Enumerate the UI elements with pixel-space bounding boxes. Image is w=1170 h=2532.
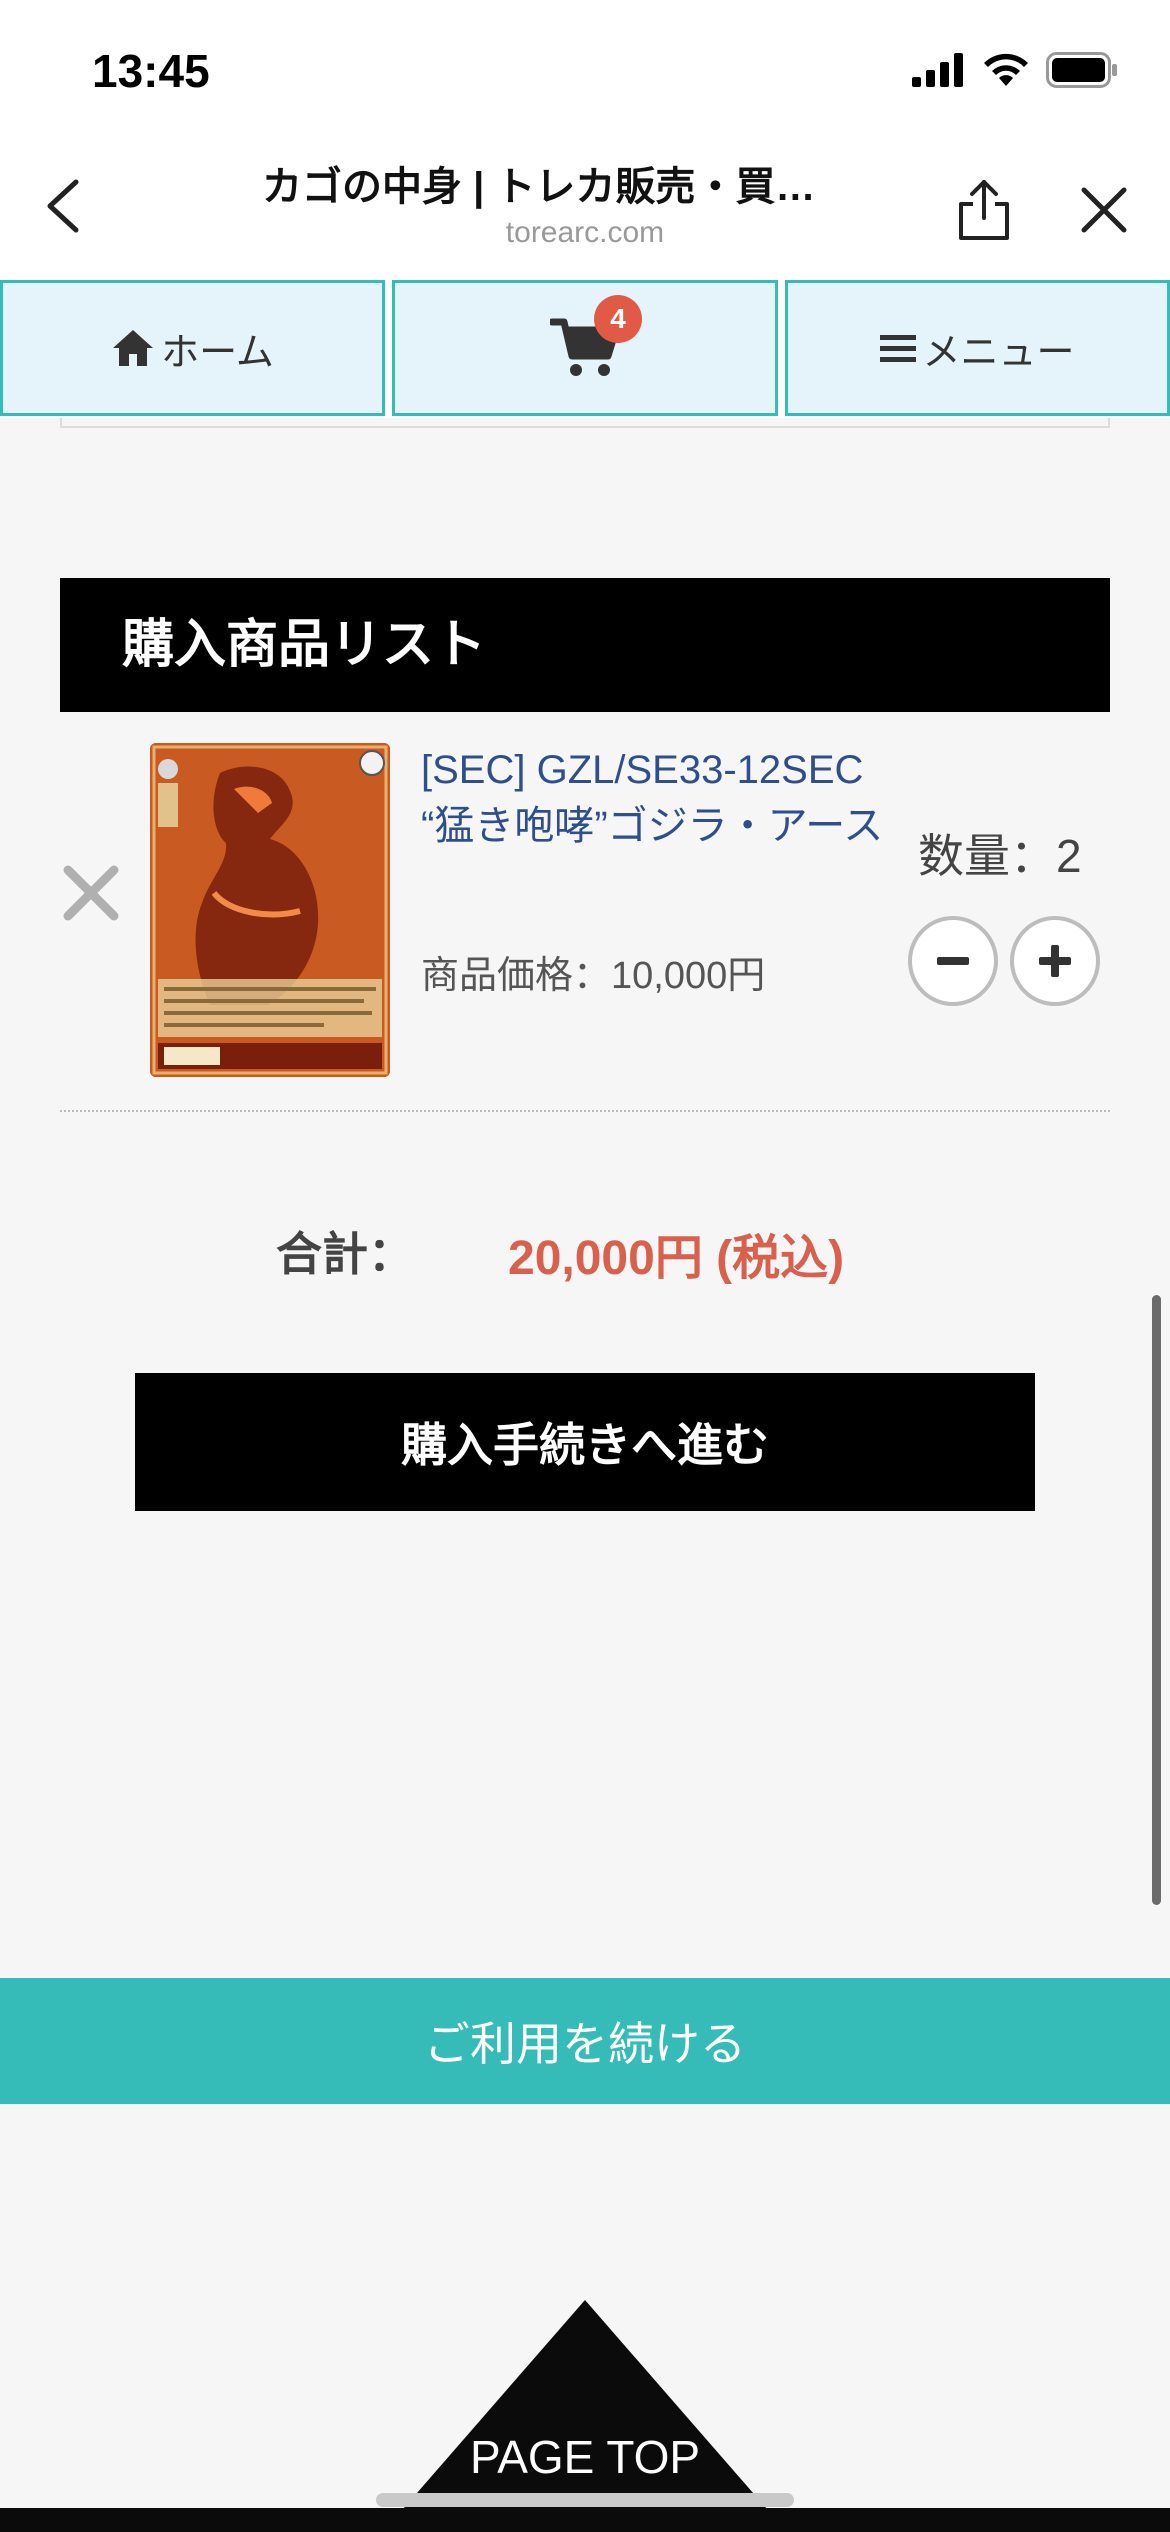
product-card-image[interactable]: [150, 743, 390, 1077]
browser-header: カゴの中身 | トレカ販売・買… torearc.com: [0, 140, 1170, 278]
status-time: 13:45: [92, 45, 210, 97]
share-button[interactable]: [955, 178, 1013, 242]
battery-icon: [1046, 52, 1117, 88]
quantity-label: 数量：2: [918, 830, 1082, 882]
item-divider: [60, 1110, 1110, 1112]
godzilla-card-art: [150, 743, 390, 1077]
checkout-button[interactable]: 購入手続きへ進む: [135, 1373, 1035, 1511]
purchase-list-header: 購入商品リスト: [60, 578, 1110, 712]
status-icons: [912, 52, 1118, 88]
status-bar: 13:45: [0, 0, 1170, 140]
share-icon: [959, 180, 1009, 240]
increase-quantity-button[interactable]: [1010, 916, 1100, 1006]
total-value: 20,000円 (税込): [508, 1232, 845, 1285]
page-title: カゴの中身 | トレカ販売・買…: [262, 165, 816, 209]
nav-cart-button[interactable]: 4: [392, 280, 778, 416]
site-nav: ホーム 4 メニュー: [0, 278, 1170, 418]
home-icon: [113, 330, 154, 366]
page-top-label: PAGE TOP: [469, 2431, 701, 2483]
nav-menu-label: メニュー: [922, 331, 1075, 374]
signal-icon: [912, 53, 963, 87]
hamburger-icon: [880, 335, 917, 362]
product-price: 商品価格：10,000円: [421, 955, 766, 997]
nav-menu-button[interactable]: メニュー: [785, 280, 1170, 416]
previous-section-edge: [60, 418, 1110, 428]
remove-icon: [63, 865, 119, 921]
product-name-link[interactable]: [SEC] GZL/SE33-12SEC “猛き咆哮”ゴジラ・アース: [421, 742, 891, 854]
nav-home-button[interactable]: ホーム: [0, 280, 385, 416]
decrease-quantity-button[interactable]: [908, 916, 998, 1006]
close-button[interactable]: [1078, 184, 1130, 236]
minus-icon: [937, 957, 969, 965]
home-indicator: [376, 2493, 794, 2507]
cart-count-badge: 4: [594, 295, 642, 343]
wifi-icon: [984, 53, 1028, 86]
close-icon: [1081, 187, 1127, 233]
remove-item-button[interactable]: [60, 862, 122, 924]
plus-icon: [1039, 945, 1071, 977]
total-label: 合計：: [276, 1228, 414, 1280]
footer-strip: [0, 2508, 1170, 2532]
cart-item: [SEC] GZL/SE33-12SEC “猛き咆哮”ゴジラ・アース 商品価格：…: [60, 712, 1110, 1112]
nav-home-label: ホーム: [161, 331, 274, 374]
continue-shopping-button[interactable]: ご利用を続ける: [0, 1978, 1170, 2104]
scrollbar[interactable]: [1152, 1295, 1161, 1905]
